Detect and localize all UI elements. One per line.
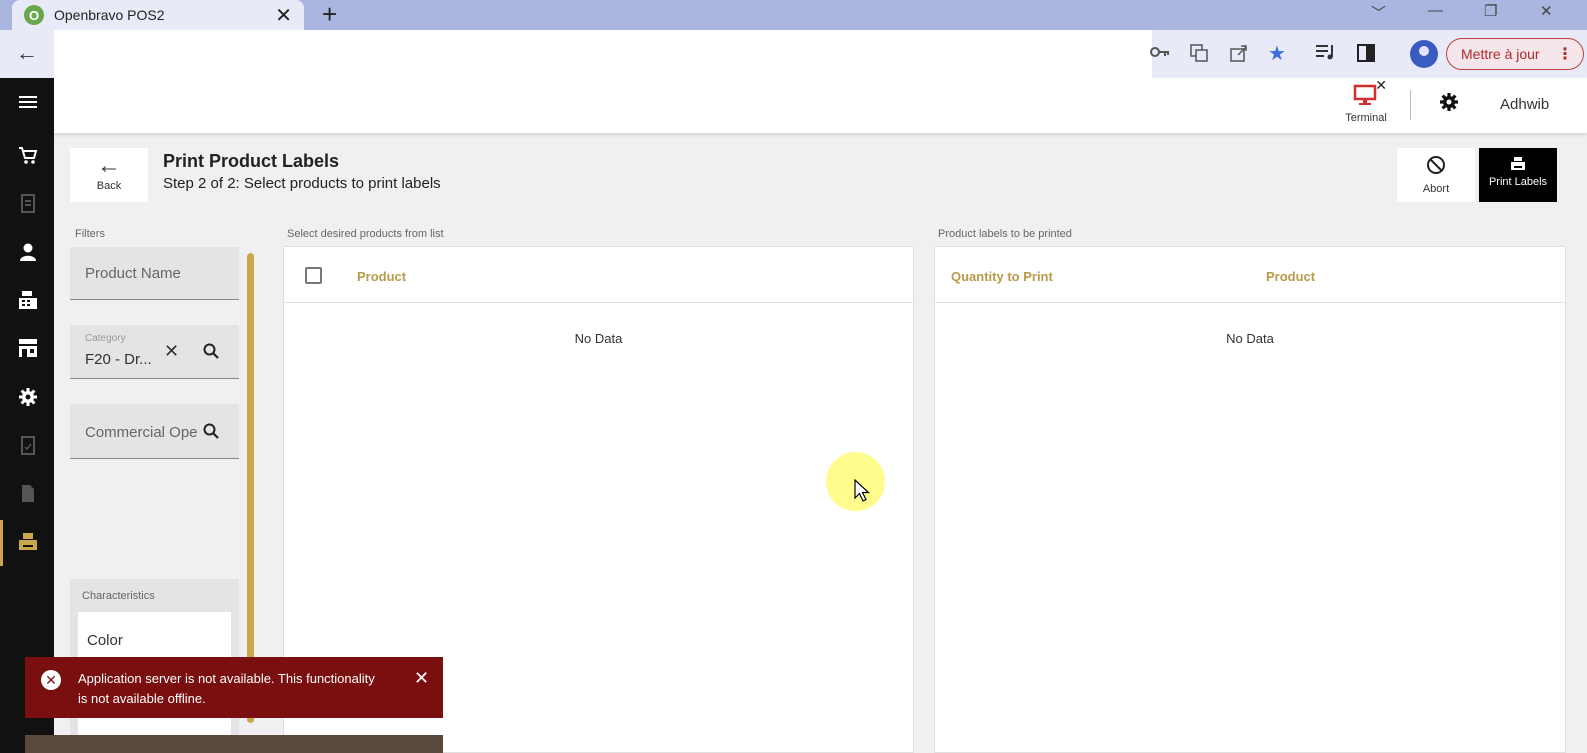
- profile-avatar[interactable]: [1410, 40, 1438, 68]
- category-search-icon[interactable]: [203, 343, 219, 359]
- store-icon[interactable]: [17, 338, 39, 360]
- playlist-icon[interactable]: [1316, 44, 1336, 65]
- address-field[interactable]: [54, 30, 1152, 78]
- bottom-strip: [25, 735, 443, 753]
- gear-icon[interactable]: [1439, 92, 1459, 118]
- tab-search-icon[interactable]: ﹀: [1371, 2, 1386, 23]
- products-table-label: Select desired products from list: [287, 228, 444, 240]
- error-toast: ✕ Application server is not available. T…: [25, 657, 443, 718]
- back-button-label: Back: [96, 180, 122, 192]
- terminal-label: Terminal: [1345, 112, 1387, 124]
- clear-category-icon[interactable]: ✕: [164, 341, 179, 362]
- mouse-pointer-icon: [854, 478, 871, 508]
- commercial-operation-placeholder: Commercial Ope: [85, 424, 198, 441]
- product-name-field[interactable]: Product Name: [70, 247, 239, 300]
- tab-title: Openbravo POS2: [54, 7, 165, 23]
- settings-icon[interactable]: [17, 387, 39, 409]
- terminal-status-button[interactable]: ✕ Terminal: [1331, 77, 1401, 124]
- abort-button[interactable]: Abort: [1397, 148, 1475, 202]
- restore-icon[interactable]: ❐: [1484, 2, 1497, 20]
- offline-x-icon: ✕: [1375, 77, 1387, 93]
- browser-tab-bar: O Openbravo POS2 ✕ + ﹀ — ❐ ✕: [0, 0, 1587, 30]
- share-icon[interactable]: [1230, 44, 1248, 67]
- print-labels-button[interactable]: Print Labels: [1479, 148, 1557, 202]
- commercial-search-icon[interactable]: [203, 423, 219, 439]
- category-field[interactable]: Category F20 - Dr... ✕: [70, 325, 239, 379]
- category-label: Category: [85, 333, 126, 344]
- labels-table-header: Quantity to Print Product: [935, 247, 1565, 303]
- toast-message: Application server is not available. Thi…: [78, 671, 375, 706]
- document-icon: [17, 484, 39, 506]
- category-value: F20 - Dr...: [85, 351, 152, 368]
- terminal-offline-icon: ✕: [1353, 77, 1387, 106]
- tab-close-icon[interactable]: ✕: [275, 3, 292, 28]
- customer-icon[interactable]: [17, 242, 39, 264]
- products-table-header: Product: [284, 247, 913, 303]
- back-button[interactable]: ← Back: [70, 148, 148, 202]
- page-title: Print Product Labels: [163, 151, 340, 171]
- menu-icon[interactable]: [17, 94, 39, 116]
- side-panel-icon[interactable]: [1357, 44, 1375, 67]
- update-button-label: Mettre à jour: [1461, 46, 1540, 62]
- cash-register-icon[interactable]: [17, 290, 39, 312]
- labels-table: Quantity to Print Product No Data: [934, 246, 1566, 753]
- labels-table-label: Product labels to be printed: [938, 228, 1072, 240]
- user-name[interactable]: Adhwib: [1500, 96, 1549, 113]
- app-sidebar: [0, 78, 54, 753]
- header-divider: [1410, 90, 1411, 120]
- labels-empty-text: No Data: [1226, 331, 1274, 346]
- cart-icon[interactable]: [17, 145, 39, 167]
- print-labels-label: Print Labels: [1488, 176, 1548, 188]
- commercial-operation-field[interactable]: Commercial Ope: [70, 404, 239, 459]
- characteristic-color-label: Color: [87, 632, 123, 649]
- receipt-icon: [17, 194, 39, 216]
- filters-label: Filters: [75, 228, 105, 240]
- page-subtitle: Step 2 of 2: Select products to print la…: [163, 175, 441, 192]
- column-header-product[interactable]: Product: [357, 269, 406, 284]
- abort-icon: [1397, 155, 1475, 180]
- characteristics-label: Characteristics: [82, 590, 155, 602]
- browser-back-icon[interactable]: ←: [16, 40, 38, 66]
- new-tab-icon[interactable]: +: [322, 0, 337, 30]
- printer-icon: [1510, 156, 1526, 172]
- toast-close-icon[interactable]: ✕: [414, 668, 429, 689]
- password-key-icon[interactable]: [1150, 44, 1170, 65]
- select-all-checkbox[interactable]: [305, 267, 322, 284]
- translate-icon[interactable]: [1190, 44, 1208, 67]
- sidebar-active-indicator: [0, 520, 3, 566]
- openbravo-favicon-icon: O: [24, 5, 44, 25]
- column-header-quantity[interactable]: Quantity to Print: [951, 269, 1053, 284]
- back-arrow-icon: ←: [97, 152, 121, 179]
- abort-button-label: Abort: [1422, 183, 1450, 195]
- bookmark-star-icon[interactable]: ★: [1268, 41, 1286, 66]
- app-header: ✕ Terminal Adhwib: [54, 77, 1587, 133]
- browser-toolbar: ← ★ Mettre à jour ⋮: [0, 30, 1587, 78]
- minimize-icon[interactable]: —: [1428, 2, 1443, 19]
- browser-menu-icon[interactable]: ⋮: [1557, 44, 1573, 64]
- product-name-placeholder: Product Name: [85, 265, 181, 282]
- products-empty-text: No Data: [574, 331, 623, 346]
- filters-scrollbar[interactable]: [247, 253, 254, 723]
- window-close-icon[interactable]: ✕: [1540, 2, 1553, 20]
- column-header-product[interactable]: Product: [1266, 269, 1315, 284]
- print-labels-icon[interactable]: [17, 532, 39, 554]
- browser-tab[interactable]: O Openbravo POS2 ✕: [12, 0, 304, 30]
- error-icon: ✕: [41, 670, 61, 690]
- report-icon: [17, 436, 39, 458]
- update-button[interactable]: Mettre à jour ⋮: [1446, 38, 1584, 70]
